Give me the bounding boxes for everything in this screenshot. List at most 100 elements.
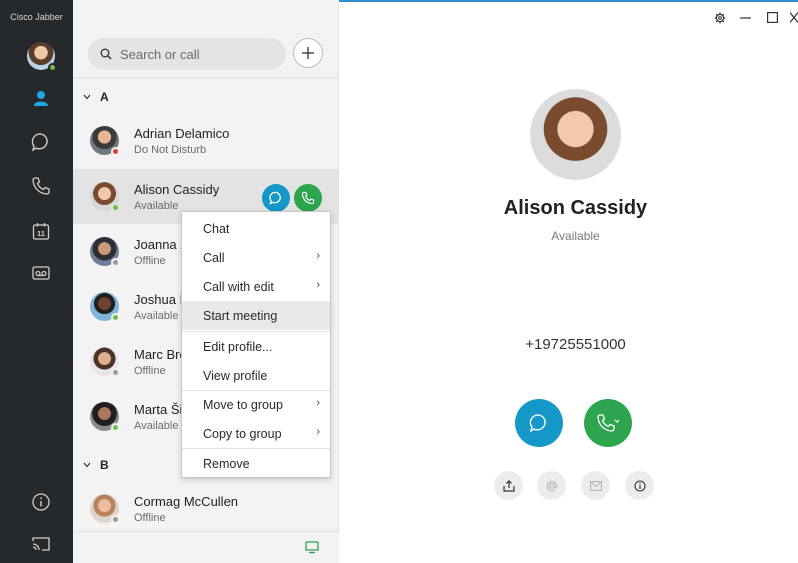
calls-tab[interactable] bbox=[24, 171, 58, 201]
nav-rail: Cisco Jabber 11 bbox=[0, 0, 73, 563]
contacts-icon bbox=[34, 91, 48, 106]
menu-item-call[interactable]: Call › bbox=[182, 243, 330, 272]
calendar-icon: 11 bbox=[32, 223, 50, 240]
contact-status: Available bbox=[134, 310, 179, 322]
contact-name: Marta Ši bbox=[134, 402, 183, 417]
add-contact-button[interactable] bbox=[293, 38, 323, 68]
panel-footer bbox=[73, 531, 339, 563]
accent-line bbox=[339, 0, 798, 2]
contact-status: Available bbox=[134, 200, 179, 212]
contact-name: Adrian Delamico bbox=[134, 126, 230, 141]
chats-tab[interactable] bbox=[24, 127, 58, 157]
email-button[interactable] bbox=[581, 471, 610, 500]
contact-phone-number[interactable]: +19725551000 bbox=[339, 336, 798, 353]
contact-detail-name: Alison Cassidy bbox=[503, 197, 648, 219]
info-icon bbox=[633, 479, 646, 492]
phone-icon bbox=[32, 177, 50, 195]
contact-name: Alison Cassidy bbox=[134, 182, 220, 197]
chat-button[interactable] bbox=[515, 399, 563, 447]
meetings-tab[interactable]: 11 bbox=[24, 216, 58, 246]
presence-dot bbox=[111, 203, 120, 212]
close-icon[interactable] bbox=[790, 12, 798, 23]
share-icon bbox=[502, 479, 515, 492]
call-icon bbox=[301, 191, 315, 205]
menu-item-label: Move to group bbox=[203, 397, 283, 412]
contact-name: Marc Bro bbox=[134, 347, 187, 362]
user-avatar[interactable] bbox=[27, 42, 57, 72]
chat-icon bbox=[529, 414, 546, 433]
presence-dot bbox=[111, 258, 120, 267]
search-icon bbox=[100, 48, 112, 60]
call-button[interactable] bbox=[584, 399, 632, 447]
contact-row[interactable]: Cormag McCullen Offline bbox=[73, 481, 339, 536]
search-input[interactable] bbox=[120, 46, 270, 62]
contact-name: Joshua I bbox=[134, 292, 184, 307]
menu-item-view-profile[interactable]: View profile bbox=[182, 361, 330, 390]
cast-button[interactable] bbox=[24, 529, 58, 559]
contact-photo bbox=[530, 89, 621, 180]
search-box[interactable] bbox=[88, 38, 286, 70]
contact-status: Offline bbox=[134, 512, 166, 524]
cast-icon bbox=[32, 537, 50, 551]
voicemail-tab[interactable] bbox=[24, 258, 58, 288]
group-label: B bbox=[100, 458, 109, 472]
contact-detail-status: Available bbox=[551, 229, 600, 243]
user-presence-dot bbox=[48, 63, 57, 72]
quick-chat-button[interactable] bbox=[262, 184, 290, 212]
menu-item-move-to-group[interactable]: Move to group › bbox=[182, 390, 330, 419]
at-icon bbox=[546, 480, 557, 491]
menu-item-edit-profile[interactable]: Edit profile... bbox=[182, 332, 330, 361]
context-menu: Chat Call › Call with edit › Start meeting… bbox=[181, 211, 331, 478]
info-icon bbox=[32, 493, 50, 511]
chat-icon bbox=[31, 133, 48, 152]
chevron-down-icon bbox=[83, 94, 91, 100]
minimize-icon[interactable] bbox=[740, 17, 751, 19]
mail-icon bbox=[589, 480, 602, 491]
menu-item-label: Copy to group bbox=[203, 426, 282, 441]
menu-item-label: Start meeting bbox=[203, 308, 278, 323]
contact-status: Offline bbox=[134, 255, 166, 267]
call-icon bbox=[597, 414, 620, 432]
menu-item-label: Chat bbox=[203, 221, 230, 236]
contact-status: Offline bbox=[134, 365, 166, 377]
menu-item-call-with-edit[interactable]: Call with edit › bbox=[182, 272, 330, 301]
maximize-icon[interactable] bbox=[767, 12, 778, 23]
menu-item-label: Remove bbox=[203, 456, 250, 471]
settings-gear-icon[interactable] bbox=[714, 12, 726, 24]
desktop-icon[interactable] bbox=[305, 541, 319, 554]
menu-item-copy-to-group[interactable]: Copy to group › bbox=[182, 419, 330, 448]
menu-item-label: Call bbox=[203, 250, 225, 265]
chevron-right-icon: › bbox=[316, 397, 320, 409]
contact-detail-pane: Alison Cassidy Available +19725551000 bbox=[339, 0, 798, 563]
presence-dot bbox=[111, 423, 120, 432]
contact-info-button[interactable] bbox=[625, 471, 654, 500]
calendar-day: 11 bbox=[37, 229, 45, 238]
help-button[interactable] bbox=[24, 487, 58, 517]
im-address-button[interactable] bbox=[537, 471, 566, 500]
menu-item-label: Edit profile... bbox=[203, 339, 273, 354]
contact-row[interactable]: Adrian Delamico Do Not Disturb bbox=[73, 113, 339, 168]
menu-item-remove[interactable]: Remove bbox=[182, 449, 330, 478]
chevron-down-icon bbox=[83, 462, 91, 468]
jabber-window: Cisco Jabber 11 Search or call A Adrian … bbox=[0, 0, 798, 563]
share-button[interactable] bbox=[494, 471, 523, 500]
plus-icon bbox=[302, 47, 314, 59]
contact-status: Available bbox=[134, 420, 179, 432]
quick-call-button[interactable] bbox=[294, 184, 322, 212]
presence-dot bbox=[111, 515, 120, 524]
group-header-a[interactable]: A bbox=[83, 88, 109, 106]
group-header-b[interactable]: B bbox=[83, 456, 109, 474]
contact-name: Cormag McCullen bbox=[134, 494, 239, 509]
contacts-tab[interactable] bbox=[24, 83, 58, 113]
chevron-right-icon: › bbox=[316, 279, 320, 291]
menu-item-chat[interactable]: Chat bbox=[182, 214, 330, 243]
app-title: Cisco Jabber bbox=[10, 12, 63, 22]
voicemail-icon bbox=[32, 266, 50, 280]
divider bbox=[73, 77, 339, 78]
presence-dot bbox=[111, 368, 120, 377]
menu-item-label: View profile bbox=[203, 368, 268, 383]
menu-item-start-meeting[interactable]: Start meeting bbox=[182, 301, 330, 330]
menu-item-label: Call with edit bbox=[203, 279, 274, 294]
chevron-right-icon: › bbox=[316, 250, 320, 262]
contact-status: Do Not Disturb bbox=[134, 144, 207, 156]
